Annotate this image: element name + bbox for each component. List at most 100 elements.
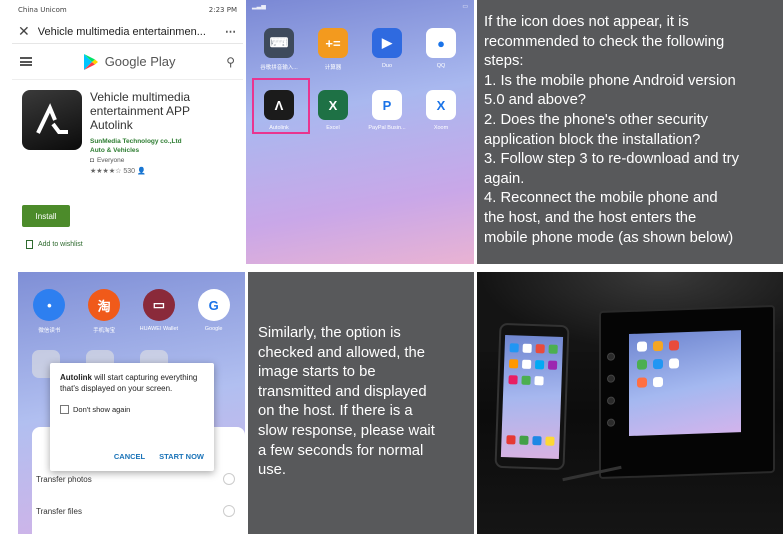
calculator-icon: += (318, 28, 348, 58)
phone-app-icon (545, 436, 555, 446)
checkbox-icon[interactable] (60, 405, 69, 414)
app-paypal[interactable]: P PayPal Busin... (365, 90, 409, 131)
app-label: 计算器 (324, 65, 342, 71)
mirrored-app-icon (637, 377, 647, 388)
mirrored-app-icon (653, 340, 663, 352)
radio-icon[interactable] (223, 473, 235, 485)
app-xoom[interactable]: X Xoom (419, 90, 463, 131)
phone-app-icon (547, 360, 558, 370)
sheet-item-label: Transfer photos (36, 474, 92, 484)
sheet-item-label: Transfer files (36, 506, 82, 516)
app-label: HUAWEI Wallet (139, 326, 179, 332)
app-video-camera[interactable]: ▶ Duo (365, 28, 409, 71)
text-line: the host, and the host enters the (484, 209, 697, 226)
status-bar: China Unicom 2:23 PM (12, 0, 243, 20)
app-google[interactable]: G Google (192, 289, 236, 334)
penguin-icon: ● (426, 28, 456, 58)
app-keyboard[interactable]: ⌨ 谷歌拼音输入... (257, 28, 301, 71)
keyboard-icon: ⌨ (264, 28, 294, 58)
wishlist-label: Add to wishlist (38, 241, 83, 248)
text-line: Similarly, the option is (258, 325, 401, 341)
browser-tab-bar: ✕ Vehicle multimedia entertainmen... ⋯ (12, 20, 243, 44)
app-row: • 微信读书 淘手机淘宝 ▭ HUAWEI Wallet G Google (18, 289, 245, 334)
taobao-icon: 淘 (88, 289, 121, 321)
google-icon: G (197, 289, 230, 321)
mirrored-app-icon (669, 340, 679, 351)
phone-app-icon (508, 359, 519, 369)
app-name-line-2: entertainment APP (90, 104, 191, 118)
app-name-line-3: Autolink (90, 118, 133, 132)
more-options-icon[interactable]: ⋯ (225, 25, 237, 38)
head-unit-button-icon (607, 374, 615, 383)
app-excel[interactable]: X Excel (311, 90, 355, 131)
phone-app-icon (521, 359, 532, 369)
mirrored-app-icon (637, 359, 647, 370)
rating-badge-icon: ◘ (90, 157, 94, 164)
head-unit-button-icon (607, 418, 615, 427)
head-unit-button-icon (607, 352, 615, 361)
paypal-icon: P (372, 90, 402, 120)
similarly-panel: Similarly, the option is checked and allo… (248, 272, 474, 534)
app-taobao[interactable]: 淘手机淘宝 (82, 289, 126, 334)
autolink-highlight-box (252, 78, 310, 134)
tab-title: Vehicle multimedia entertainmen... (37, 25, 206, 38)
app-wechat-read[interactable]: • 微信读书 (27, 289, 71, 334)
review-count: 530 (123, 168, 136, 175)
play-header: Google Play ⚲ (12, 44, 243, 80)
phone-app-icon (548, 344, 558, 354)
bookmark-icon (26, 240, 33, 249)
text-line: 5.0 and above? (484, 92, 587, 109)
add-to-wishlist-button[interactable]: Add to wishlist (26, 240, 83, 249)
app-wallet[interactable]: ▭ HUAWEI Wallet (137, 289, 181, 334)
dont-show-again-checkbox[interactable]: Don't show again (60, 405, 204, 414)
cancel-button[interactable]: CANCEL (114, 452, 145, 461)
app-label: Duo (381, 63, 393, 69)
excel-icon: X (318, 90, 348, 120)
battery-icon: ▭ (462, 4, 468, 10)
start-now-button[interactable]: START NOW (159, 452, 204, 461)
text-line: 3. Follow step 3 to re-download and try (484, 151, 739, 168)
text-line: steps: (484, 53, 524, 70)
app-label: QQ (436, 63, 446, 69)
phone-app-icon (534, 376, 544, 386)
dialog-message: Autolink will start capturing everything… (60, 372, 204, 394)
text-line: image starts to be (258, 364, 376, 381)
phone-app-icon (532, 436, 542, 446)
sheet-item-transfer-photos[interactable]: Transfer photos (36, 473, 235, 485)
head-unit-button-icon (607, 396, 615, 405)
text-line: If the icon does not appear, it is (484, 14, 689, 30)
developer-link[interactable]: SunMedia Technology co.,Ltd (90, 138, 190, 145)
phone-app-icon (506, 435, 516, 445)
category-link[interactable]: Auto & Vehicles (90, 147, 190, 154)
instructions-panel: If the icon does not appear, it is recomm… (477, 0, 783, 264)
checkbox-label: Don't show again (73, 405, 131, 414)
content-rating-text: Everyone (96, 157, 125, 164)
permission-panel: • 微信读书 淘手机淘宝 ▭ HUAWEI Wallet G Google Transfer… (18, 272, 245, 534)
close-icon[interactable]: ✕ (18, 23, 30, 40)
app-calculator[interactable]: += 计算器 (311, 28, 355, 71)
phone-app-icon (522, 343, 532, 353)
text-line: again. (484, 170, 525, 187)
head-unit-screen (629, 330, 741, 437)
play-store-panel: China Unicom 2:23 PM ✕ Vehicle multimedi… (12, 0, 243, 264)
carrier-text: China Unicom (18, 6, 67, 14)
app-penguin[interactable]: ● QQ (419, 28, 463, 71)
text-line: mobile phone mode (as shown below) (484, 229, 734, 246)
menu-icon[interactable] (20, 57, 32, 66)
install-button[interactable]: Install (22, 205, 70, 227)
radio-icon[interactable] (223, 505, 235, 517)
search-icon[interactable]: ⚲ (226, 55, 235, 69)
star-rating: ★★★★☆ 530 👤 (90, 167, 190, 175)
dialog-app-name: Autolink (60, 373, 92, 382)
text-line: application block the installation? (484, 131, 701, 148)
phone-app-icon (535, 344, 545, 354)
autolink-logo-icon (36, 103, 68, 134)
sheet-item-transfer-files[interactable]: Transfer files (36, 505, 235, 517)
signal-icon: ▂▃▅ (252, 4, 266, 10)
text-line: checked and allowed, the (258, 344, 425, 361)
wechat-read-icon: • (33, 289, 66, 321)
home-screen-panel: ▂▃▅ ▭ ⌨ 谷歌拼音输入... += 计算器 ▶ Duo ● QQ Λ Autolink X E… (246, 0, 474, 264)
play-triangle-icon (83, 53, 98, 70)
mirrored-app-icon (653, 376, 663, 388)
app-label: 谷歌拼音输入... (260, 65, 298, 71)
